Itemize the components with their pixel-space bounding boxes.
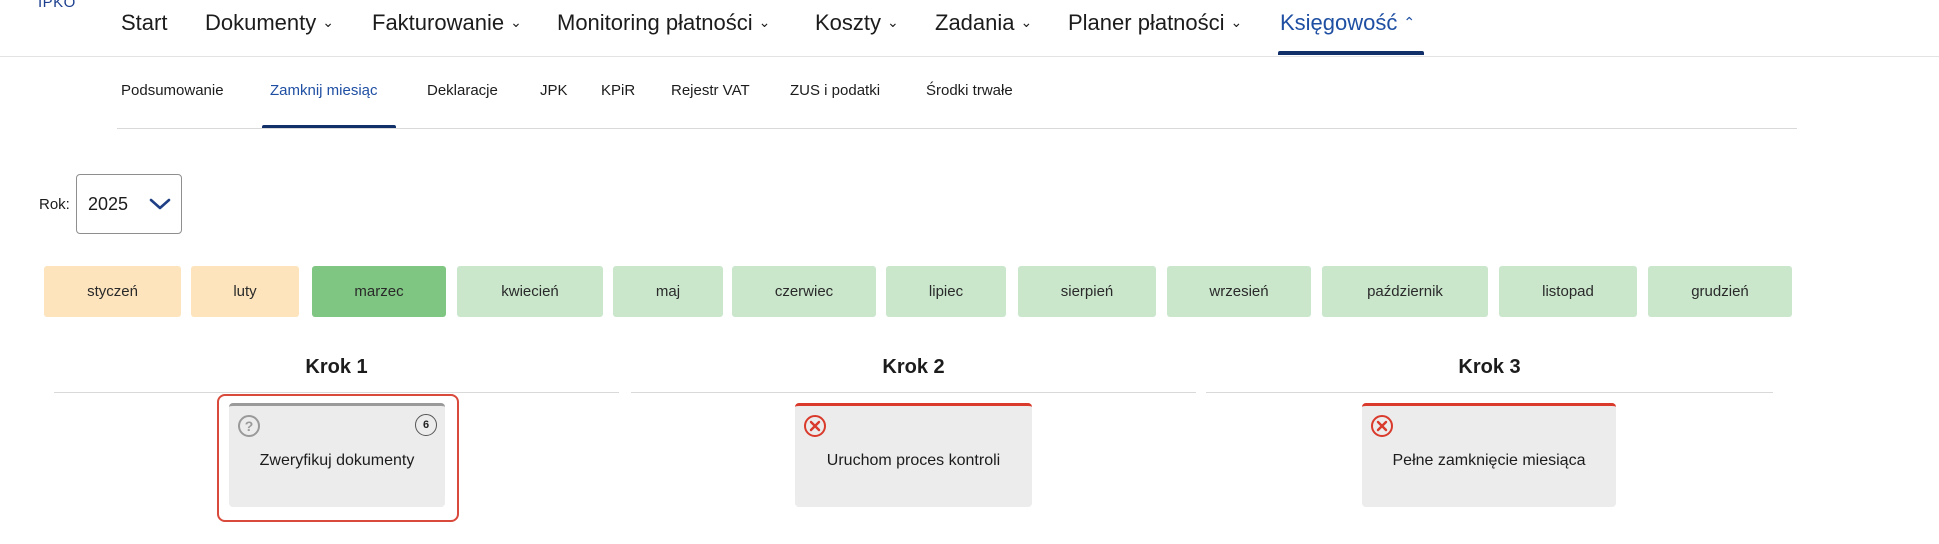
- month-luty[interactable]: luty: [191, 266, 299, 317]
- month-lipiec[interactable]: lipiec: [886, 266, 1006, 317]
- step-1-divider: [54, 392, 619, 393]
- step-2-divider: [631, 392, 1196, 393]
- selection-highlight: [217, 394, 459, 522]
- nav-item-zadania[interactable]: Zadania ⌄: [935, 10, 1032, 36]
- month-grudzien[interactable]: grudzień: [1648, 266, 1792, 317]
- main-navigation: Start Dokumenty ⌄ Fakturowanie ⌄ Monitorin…: [0, 0, 1939, 57]
- month-kwiecien[interactable]: kwiecień: [457, 266, 603, 317]
- subnav-item-podsumowanie[interactable]: Podsumowanie: [121, 82, 224, 99]
- subnav-item-zus-i-podatki[interactable]: ZUS i podatki: [790, 82, 880, 99]
- nav-item-label: Dokumenty: [205, 10, 317, 35]
- card-label: Uruchom proces kontroli: [826, 452, 1001, 469]
- chevron-down-icon: ⌄: [322, 14, 335, 30]
- subnav-divider: [117, 128, 1797, 129]
- error-icon: [803, 414, 827, 443]
- subnav-item-kpir[interactable]: KPiR: [601, 82, 635, 99]
- month-marzec[interactable]: marzec: [312, 266, 446, 317]
- month-selector: styczeń luty marzec kwiecień maj czerwie…: [0, 266, 1939, 318]
- subnav-item-rejestr-vat[interactable]: Rejestr VAT: [671, 82, 750, 99]
- nav-item-planer-platnosci[interactable]: Planer płatności ⌄: [1068, 10, 1242, 36]
- steps-header: Krok 1 Krok 2 Krok 3: [0, 350, 1939, 395]
- nav-item-label: Planer płatności: [1068, 10, 1225, 35]
- month-listopad[interactable]: listopad: [1499, 266, 1637, 317]
- step-3-divider: [1206, 392, 1773, 393]
- chevron-up-icon: ⌃: [1403, 14, 1416, 30]
- month-maj[interactable]: maj: [613, 266, 723, 317]
- subnav-item-zamknij-miesiac[interactable]: Zamknij miesiąc: [270, 82, 378, 99]
- step-3-title: Krok 3: [1458, 356, 1521, 378]
- year-select[interactable]: 2025: [76, 174, 182, 234]
- nav-item-label: Fakturowanie: [372, 10, 505, 35]
- step-3-card-full-month-close[interactable]: Pełne zamknięcie miesiąca: [1362, 403, 1616, 507]
- chevron-down-icon: ⌄: [758, 14, 771, 30]
- nav-item-ksiegowosc[interactable]: Księgowość ⌃: [1280, 10, 1415, 36]
- chevron-down-icon: ⌄: [1020, 14, 1033, 30]
- nav-item-label: Start: [121, 10, 168, 35]
- subnav-item-srodki-trwale[interactable]: Środki trwałe: [926, 82, 1013, 99]
- step-2-card-start-control[interactable]: Uruchom proces kontroli: [795, 403, 1032, 507]
- chevron-down-icon: [149, 198, 171, 210]
- nav-item-label: Monitoring płatności: [557, 10, 753, 35]
- month-wrzesien[interactable]: wrzesień: [1167, 266, 1311, 317]
- nav-item-fakturowanie[interactable]: Fakturowanie ⌄: [372, 10, 522, 36]
- nav-item-label: Koszty: [815, 10, 882, 35]
- subnav-item-jpk[interactable]: JPK: [540, 82, 568, 99]
- step-1-title: Krok 1: [305, 356, 368, 378]
- nav-item-label: Zadania: [935, 10, 1015, 35]
- chevron-down-icon: ⌄: [510, 14, 522, 30]
- error-icon: [1370, 414, 1394, 443]
- card-label: Pełne zamknięcie miesiąca: [1392, 452, 1586, 469]
- subnav-item-deklaracje[interactable]: Deklaracje: [427, 82, 498, 99]
- nav-item-monitoring-platnosci[interactable]: Monitoring płatności ⌄: [557, 10, 770, 36]
- nav-item-dokumenty[interactable]: Dokumenty ⌄: [205, 10, 334, 36]
- nav-item-start[interactable]: Start: [121, 10, 167, 36]
- month-styczen[interactable]: styczeń: [44, 266, 181, 317]
- year-label: Rok:: [39, 196, 70, 213]
- sub-navigation: Podsumowanie Zamknij miesiąc Deklaracje …: [0, 57, 1939, 129]
- step-2-title: Krok 2: [882, 356, 945, 378]
- nav-item-koszty[interactable]: Koszty ⌄: [815, 10, 899, 36]
- month-czerwiec[interactable]: czerwiec: [732, 266, 876, 317]
- month-pazdziernik[interactable]: październik: [1322, 266, 1488, 317]
- year-value: 2025: [88, 194, 129, 214]
- chevron-down-icon: ⌄: [1230, 14, 1243, 30]
- nav-item-label: Księgowość: [1280, 10, 1398, 35]
- month-sierpien[interactable]: sierpień: [1018, 266, 1156, 317]
- active-tab-indicator: [1278, 51, 1424, 55]
- chevron-down-icon: ⌄: [887, 14, 899, 30]
